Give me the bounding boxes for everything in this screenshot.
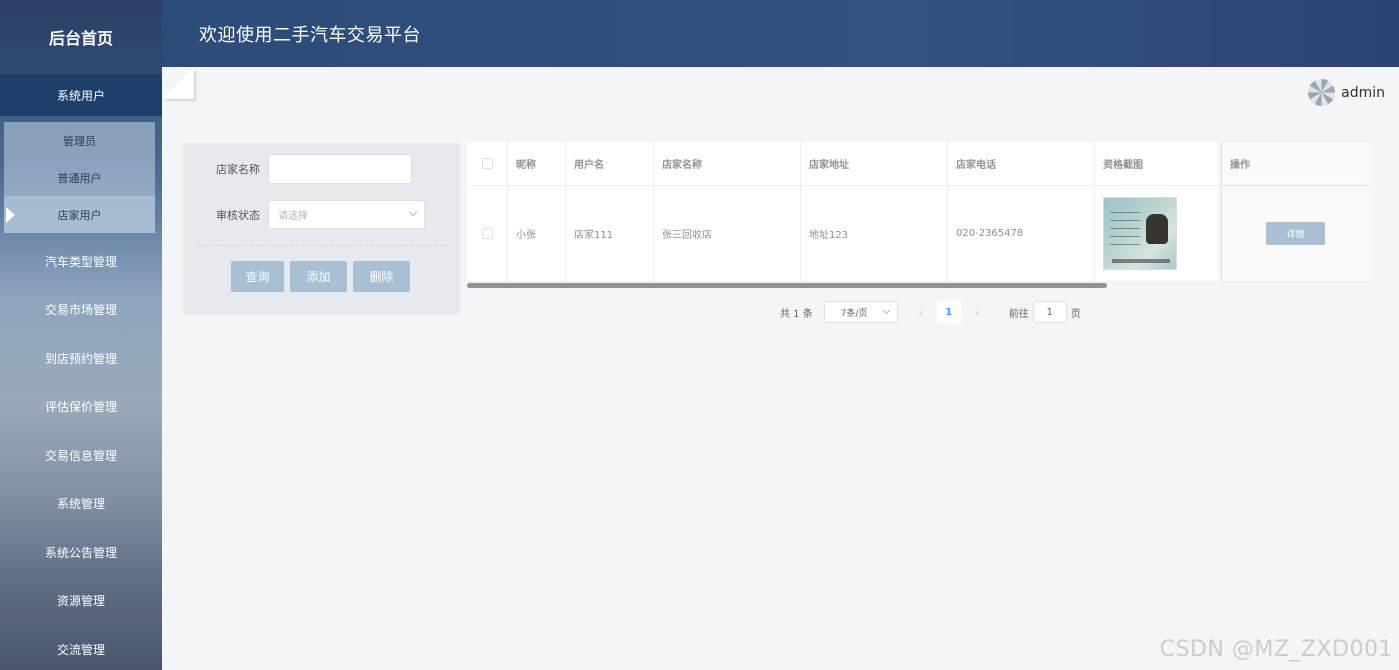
user-avatar-icon[interactable]: [1308, 79, 1336, 106]
row-checkbox-cell: [467, 186, 508, 281]
goto-page-input[interactable]: 1: [1032, 301, 1067, 323]
sidebar-item-announcement[interactable]: 系统公告管理: [0, 528, 162, 577]
sidebar-subitem-normal-user[interactable]: 普通用户: [4, 159, 155, 196]
cell-qualification-image: [1095, 186, 1222, 281]
sidebar-item-communication[interactable]: 交流管理: [0, 625, 162, 670]
column-header: 店家电话: [948, 142, 1095, 185]
chevron-down-icon: [882, 306, 890, 315]
sidebar-item-system-users[interactable]: 系统用户: [0, 74, 162, 116]
app-root: 后台首页 系统用户 管理员 普通用户 店家用户 汽车类型管理 交易市场管理 到店…: [0, 0, 1399, 670]
next-page-button[interactable]: ›: [964, 301, 989, 323]
sidebar: 后台首页 系统用户 管理员 普通用户 店家用户 汽车类型管理 交易市场管理 到店…: [0, 0, 162, 670]
sidebar-item-valuation[interactable]: 评估保价管理: [0, 383, 162, 432]
chevron-down-icon: [408, 207, 418, 217]
collapse-toggle-icon[interactable]: [164, 69, 194, 99]
active-indicator-icon: [6, 206, 15, 223]
sidebar-item-car-type[interactable]: 汽车类型管理: [0, 237, 162, 286]
search-panel: 店家名称 审核状态 请选择 查询 添加 删除: [183, 143, 460, 315]
table-row: 小张 店家111 张三回收店 地址123 020-2365478 详情: [467, 186, 1370, 282]
search-actions: 查询 添加 删除: [231, 261, 410, 292]
goto-label: 前往: [1008, 308, 1029, 320]
page-number-current[interactable]: 1: [936, 301, 961, 323]
add-button[interactable]: 添加: [290, 261, 347, 292]
sidebar-item-trade-info[interactable]: 交易信息管理: [0, 431, 162, 480]
sidebar-item-resources[interactable]: 资源管理: [0, 577, 162, 626]
watermark: CSDN @MZ_ZXD001: [1159, 637, 1393, 662]
audit-status-label: 审核状态: [216, 208, 260, 222]
photo-text-lines: [1110, 212, 1140, 252]
detail-button[interactable]: 详情: [1266, 222, 1325, 245]
cell-actions: 详情: [1222, 186, 1370, 281]
cell-username: 店家111: [566, 186, 654, 281]
prev-page-button[interactable]: ‹: [908, 301, 933, 323]
data-table: 昵称 用户名 店家名称 店家地址 店家电话 资格截图 操作 小张 店家111 张…: [467, 142, 1370, 288]
audit-status-select[interactable]: 请选择: [268, 200, 425, 229]
page-suffix: 页: [1070, 308, 1081, 320]
column-header: 店家名称: [654, 142, 801, 185]
audit-status-placeholder: 请选择: [278, 211, 308, 222]
column-header: 店家地址: [801, 142, 948, 185]
sidebar-subitem-admin[interactable]: 管理员: [4, 122, 155, 159]
sidebar-item-market[interactable]: 交易市场管理: [0, 286, 162, 335]
page-size-select[interactable]: 7条/页: [823, 301, 898, 323]
shop-name-input[interactable]: [268, 154, 412, 184]
cell-shop-name: 张三回收店: [654, 186, 801, 281]
sidebar-item-appointment[interactable]: 到店预约管理: [0, 334, 162, 383]
horizontal-scrollbar[interactable]: [467, 283, 1107, 288]
username[interactable]: admin: [1341, 85, 1385, 101]
page-title: 欢迎使用二手汽车交易平台: [199, 24, 421, 46]
total-count: 共 1 条: [780, 308, 813, 320]
page-jumper: 前往 1 页: [1009, 301, 1081, 323]
audit-status-row: 审核状态 请选择: [183, 200, 425, 229]
shop-name-label: 店家名称: [216, 163, 260, 176]
column-header: 用户名: [566, 142, 654, 185]
header-checkbox-cell: [467, 142, 508, 185]
row-checkbox[interactable]: [481, 228, 493, 239]
column-header: 资格截图: [1095, 142, 1222, 185]
sidebar-brand-home[interactable]: 后台首页: [0, 0, 162, 74]
cell-phone: 020-2365478: [948, 186, 1095, 281]
sidebar-subitem-label: 店家用户: [57, 208, 102, 222]
pagination: 共 1 条 7条/页 ‹ 1 › 前往 1 页: [780, 301, 1081, 323]
sidebar-item-system[interactable]: 系统管理: [0, 480, 162, 529]
divider: [196, 245, 448, 246]
select-all-checkbox[interactable]: [481, 158, 493, 169]
photo-portrait: [1146, 214, 1168, 244]
qualification-photo[interactable]: [1103, 197, 1177, 270]
page-size-value: 7条/页: [840, 308, 868, 319]
cell-address: 地址123: [801, 186, 948, 281]
table-header: 昵称 用户名 店家名称 店家地址 店家电话 资格截图 操作: [467, 142, 1370, 186]
delete-button[interactable]: 删除: [353, 261, 410, 292]
cell-nickname: 小张: [508, 186, 566, 281]
column-header: 昵称: [508, 142, 566, 185]
user-menu[interactable]: admin: [1308, 79, 1385, 106]
sidebar-subitem-shop-user[interactable]: 店家用户: [4, 196, 155, 233]
toolbar: admin: [162, 67, 1399, 122]
photo-id-number: [1112, 259, 1170, 263]
top-header: 欢迎使用二手汽车交易平台: [162, 0, 1399, 67]
column-header: 操作: [1222, 142, 1370, 185]
query-button[interactable]: 查询: [231, 261, 284, 292]
sidebar-submenu: 管理员 普通用户 店家用户: [4, 122, 155, 233]
shop-name-row: 店家名称: [183, 154, 412, 184]
